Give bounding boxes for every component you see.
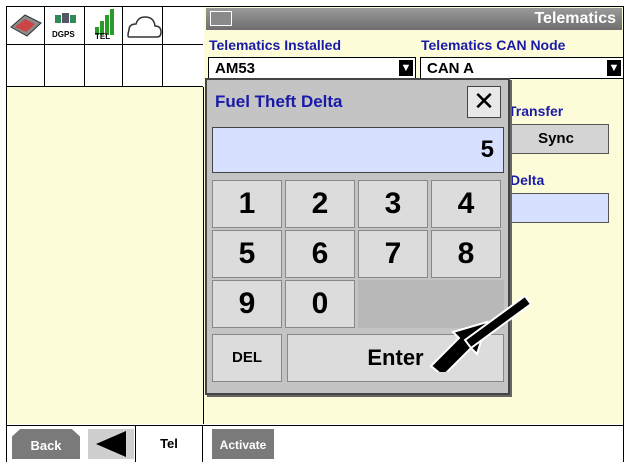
key-5[interactable]: 5 bbox=[212, 230, 282, 278]
del-button[interactable]: DEL bbox=[212, 334, 282, 382]
title-bar: Telematics bbox=[206, 8, 622, 30]
empty-icon-cell bbox=[123, 45, 163, 86]
key-3[interactable]: 3 bbox=[358, 180, 428, 228]
empty-icon-cell bbox=[45, 45, 85, 86]
key-7[interactable]: 7 bbox=[358, 230, 428, 278]
fuel-theft-delta-input[interactable] bbox=[503, 193, 609, 223]
key-0[interactable]: 0 bbox=[285, 280, 355, 328]
tab-tel[interactable]: Tel bbox=[135, 426, 203, 462]
key-2[interactable]: 2 bbox=[285, 180, 355, 228]
telematics-can-node-value: CAN A bbox=[427, 60, 474, 77]
data-transfer-label: Transfer bbox=[508, 103, 564, 119]
telematics-can-node-label: Telematics CAN Node bbox=[421, 37, 566, 53]
key-9[interactable]: 9 bbox=[212, 280, 282, 328]
cloud-icon bbox=[127, 16, 162, 38]
status-icon-bar: DGPS TEL bbox=[7, 7, 203, 87]
activate-button[interactable]: Activate bbox=[212, 429, 274, 459]
fuel-theft-delta-label: Delta bbox=[510, 172, 545, 188]
back-button[interactable]: Back bbox=[12, 429, 80, 459]
book-icon-cell[interactable] bbox=[7, 7, 45, 45]
left-pane bbox=[7, 87, 204, 424]
telematics-installed-value: AM53 bbox=[215, 60, 256, 77]
key-8[interactable]: 8 bbox=[431, 230, 501, 278]
empty-icon-cell bbox=[7, 45, 45, 86]
value-display: 5 bbox=[212, 127, 504, 173]
dropdown-arrow-icon: ▼ bbox=[607, 60, 621, 76]
tel-label: TEL bbox=[95, 32, 111, 41]
sync-button[interactable]: Sync bbox=[503, 124, 609, 154]
dialog-title: Fuel Theft Delta bbox=[215, 92, 343, 111]
page-title: Telematics bbox=[534, 10, 616, 27]
key-6[interactable]: 6 bbox=[285, 230, 355, 278]
left-triangle-icon bbox=[96, 431, 126, 457]
empty-icon-cell bbox=[163, 7, 203, 45]
key-4[interactable]: 4 bbox=[431, 180, 501, 228]
tel-icon-cell[interactable]: TEL bbox=[85, 7, 123, 45]
dgps-icon-cell[interactable]: DGPS bbox=[45, 7, 85, 45]
previous-page-button[interactable] bbox=[88, 429, 134, 459]
pointer-arrow-icon bbox=[429, 294, 533, 372]
dropdown-arrow-icon: ▼ bbox=[399, 60, 413, 76]
value-display-text: 5 bbox=[480, 136, 494, 163]
key-1[interactable]: 1 bbox=[212, 180, 282, 228]
telematics-installed-label: Telematics Installed bbox=[209, 37, 342, 53]
dgps-label: DGPS bbox=[52, 30, 75, 39]
telematics-app-icon bbox=[210, 11, 232, 26]
close-button[interactable]: ✕ bbox=[467, 86, 501, 118]
cloud-icon-cell[interactable] bbox=[123, 7, 163, 45]
telematics-installed-dropdown[interactable]: AM53 ▼ bbox=[208, 57, 416, 79]
empty-icon-cell bbox=[85, 45, 123, 86]
book-icon bbox=[10, 14, 42, 37]
telematics-can-node-dropdown[interactable]: CAN A ▼ bbox=[420, 57, 624, 79]
